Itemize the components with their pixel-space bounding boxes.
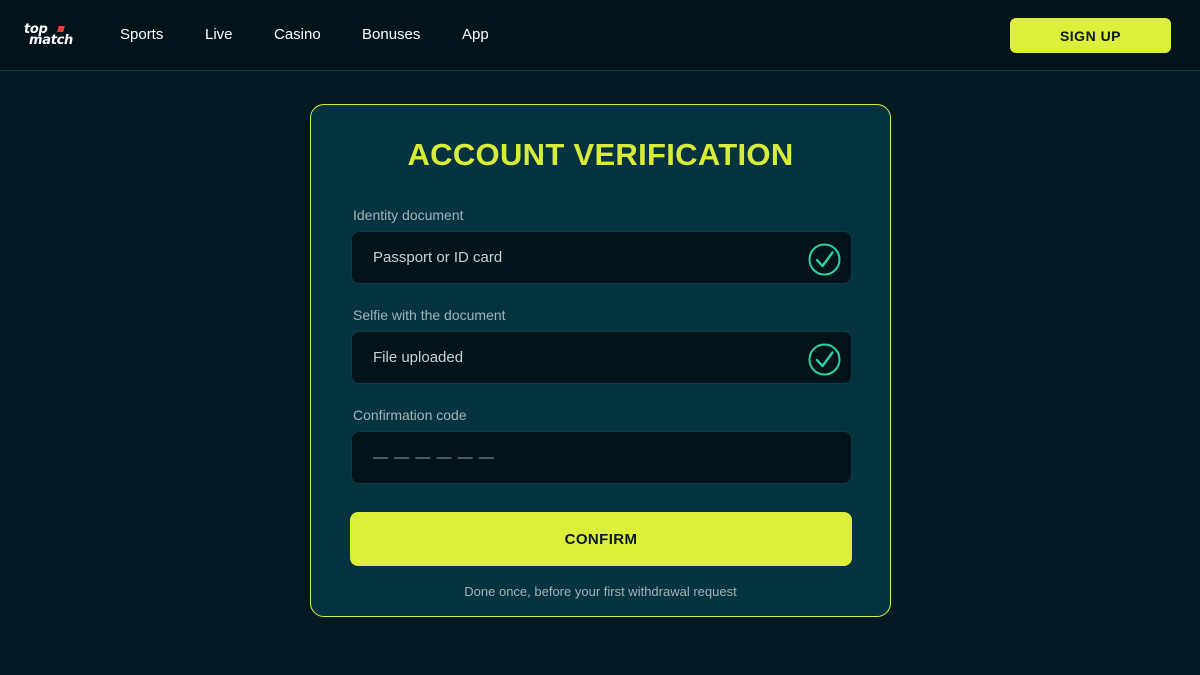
nav-item-bonuses[interactable]: Bonuses	[362, 26, 420, 43]
nav-item-live[interactable]: Live	[205, 26, 233, 43]
nav-item-casino[interactable]: Casino	[274, 26, 321, 43]
logo-line-match: match	[29, 33, 73, 48]
selfie-upload-field[interactable]: File uploaded	[351, 331, 852, 384]
verification-card: ACCOUNT VERIFICATION Identity document P…	[310, 104, 891, 617]
identity-document-field[interactable]: Passport or ID card	[351, 231, 852, 284]
top-navigation-bar: top match Sports Live Casino Bonuses App…	[0, 0, 1200, 71]
check-icon	[808, 343, 841, 376]
sign-up-button[interactable]: SIGN UP	[1010, 18, 1171, 53]
confirmation-code-placeholder: — — — — — —	[373, 449, 495, 466]
selfie-document-label: Selfie with the document	[353, 307, 506, 323]
identity-document-value: Passport or ID card	[373, 249, 503, 266]
check-icon	[808, 243, 841, 276]
brand-logo[interactable]: top match	[24, 23, 88, 48]
confirmation-code-input[interactable]: — — — — — —	[351, 431, 852, 484]
identity-document-label: Identity document	[353, 207, 464, 223]
confirmation-code-label: Confirmation code	[353, 407, 467, 423]
verification-note: Done once, before your first withdrawal …	[464, 584, 737, 599]
nav-item-sports[interactable]: Sports	[120, 26, 163, 43]
confirm-button[interactable]: CONFIRM	[350, 512, 852, 566]
nav-item-app[interactable]: App	[462, 26, 489, 43]
page-title: ACCOUNT VERIFICATION	[407, 137, 794, 172]
selfie-upload-value: File uploaded	[373, 349, 464, 366]
